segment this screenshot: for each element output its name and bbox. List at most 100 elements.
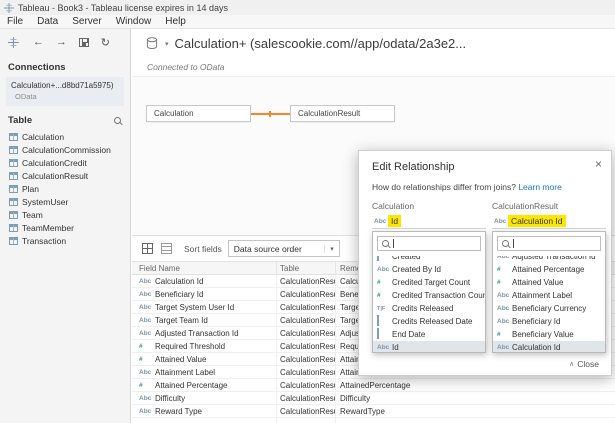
chevron-down-icon[interactable]: ▾	[165, 40, 169, 48]
field-table: CalculationResult	[276, 379, 335, 391]
list-item[interactable]: Credits Released Date	[373, 315, 485, 328]
sidebar-item-calculationcommission[interactable]: CalculationCommission	[0, 143, 130, 156]
sidebar-item-teammember[interactable]: TeamMember	[0, 221, 130, 234]
right-selected-value: Calculation Id	[508, 215, 566, 227]
table-row-partial[interactable]	[132, 418, 615, 423]
refresh-button[interactable]: ↻	[101, 36, 110, 49]
left-selected-field[interactable]: Abc Id	[372, 214, 486, 229]
list-item[interactable]: AbcBeneficiary Currency	[493, 302, 605, 315]
sidebar-item-systemuser[interactable]: SystemUser	[0, 195, 130, 208]
field-name: Attained Value	[155, 355, 206, 364]
list-item[interactable]: #Credited Transaction Count	[373, 289, 485, 302]
chevron-up-icon: ∧	[569, 360, 574, 368]
canvas-node-calculation[interactable]: Calculation	[146, 105, 251, 122]
sort-fields-label: Sort fields	[184, 244, 222, 254]
list-item[interactable]: #Attained Percentage	[493, 263, 605, 276]
connections-header: Connections	[0, 55, 130, 77]
number-icon: #	[377, 292, 392, 299]
number-icon: #	[497, 331, 512, 338]
list-item-selected[interactable]: AbcId	[373, 341, 485, 352]
right-selected-field[interactable]: Abc Calculation Id	[492, 214, 606, 229]
right-search-input[interactable]	[497, 236, 601, 251]
dialog-question: How do relationships differ from joins? …	[372, 182, 562, 192]
list-item[interactable]: #Credited Target Count	[373, 276, 485, 289]
field-name: Calculation Id	[155, 277, 203, 286]
toolbar: ← → ↻	[0, 29, 130, 55]
sidebar-item-plan[interactable]: Plan	[0, 182, 130, 195]
learn-more-link[interactable]: Learn more	[518, 182, 561, 192]
left-search-input[interactable]	[377, 236, 481, 251]
connection-name: Calculation+...d8bd71a5975)	[11, 81, 119, 90]
list-item[interactable]: AbcAttainment Label	[493, 289, 605, 302]
table-icon	[9, 172, 18, 180]
list-item[interactable]: End Date	[373, 328, 485, 341]
field-type-icon: Abc	[139, 291, 155, 298]
right-field-dropdown: AbcAdjusted Transaction Id #Attained Per…	[492, 231, 606, 353]
list-item[interactable]: AbcCreated By Id	[373, 263, 485, 276]
menu-file[interactable]: File	[0, 16, 30, 27]
forward-button[interactable]: →	[56, 36, 67, 48]
menu-data[interactable]: Data	[30, 16, 65, 27]
field-type-icon: #	[139, 382, 155, 389]
close-icon[interactable]: ×	[595, 157, 602, 171]
left-table-label: Calculation	[372, 201, 414, 211]
col-header-field-name[interactable]: Field Name	[132, 264, 276, 273]
field-table: CalculationResult	[276, 275, 335, 287]
grid-view-icon[interactable]	[142, 243, 153, 254]
relationship-noodle[interactable]	[251, 113, 290, 115]
list-item[interactable]: Created	[373, 256, 485, 263]
database-icon	[146, 37, 159, 50]
metadata-view-icon[interactable]	[161, 243, 172, 254]
save-button[interactable]	[79, 38, 89, 47]
list-item[interactable]: T|FCredits Released	[373, 302, 485, 315]
field-type-icon: Abc	[139, 304, 155, 311]
field-table: CalculationResult	[276, 314, 335, 326]
sort-order-dropdown[interactable]: Data source order ▾	[228, 240, 340, 257]
field-table: CalculationResult	[276, 340, 335, 352]
col-header-table[interactable]: Table	[276, 262, 335, 274]
dialog-close-link[interactable]: ∧ Close	[569, 359, 599, 369]
sidebar-item-calculationcredit[interactable]: CalculationCredit	[0, 156, 130, 169]
sidebar-item-calculation[interactable]: Calculation	[0, 130, 130, 143]
chevron-down-icon: ▾	[324, 245, 334, 253]
sidebar-item-calculationresult[interactable]: CalculationResult	[0, 169, 130, 182]
tableau-logo-icon	[4, 3, 14, 13]
table-row[interactable]: AbcDifficulty CalculationResult Difficul…	[132, 392, 615, 405]
list-item[interactable]: #Attained Value	[493, 276, 605, 289]
field-name: Attainment Label	[155, 368, 215, 377]
tableau-logo-icon[interactable]	[8, 37, 19, 48]
menu-server[interactable]: Server	[65, 16, 108, 27]
table-icon	[9, 211, 18, 219]
search-icon[interactable]	[114, 117, 121, 124]
sort-order-value: Data source order	[234, 244, 302, 254]
table-icon	[9, 159, 18, 167]
table-icon	[9, 198, 18, 206]
list-item[interactable]: AbcBeneficiary Id	[493, 315, 605, 328]
field-table: CalculationResult	[276, 353, 335, 365]
datasource-name[interactable]: Calculation+ (salescookie.com//app/odata…	[175, 36, 467, 51]
sidebar-item-team[interactable]: Team	[0, 208, 130, 221]
field-name: Attained Percentage	[155, 381, 228, 390]
field-name: Target Team Id	[155, 316, 208, 325]
menu-help[interactable]: Help	[158, 16, 193, 27]
connection-item[interactable]: Calculation+...d8bd71a5975) OData	[6, 77, 124, 106]
left-field-dropdown: Created AbcCreated By Id #Credited Targe…	[372, 231, 486, 353]
boolean-icon: T|F	[377, 306, 392, 312]
left-field-list: Created AbcCreated By Id #Credited Targe…	[373, 256, 485, 352]
back-button[interactable]: ←	[33, 36, 44, 48]
sidebar-item-transaction[interactable]: Transaction	[0, 234, 130, 247]
table-icon	[9, 237, 18, 245]
field-type-icon: Abc	[139, 330, 155, 337]
list-item[interactable]: #Beneficiary Value	[493, 328, 605, 341]
canvas-node-calculationresult[interactable]: CalculationResult	[290, 105, 395, 122]
list-item[interactable]: AbcAdjusted Transaction Id	[493, 256, 605, 263]
connection-type: OData	[11, 92, 119, 101]
field-table: CalculationResult	[276, 288, 335, 300]
table-list: Calculation CalculationCommission Calcul…	[0, 130, 130, 247]
abc-icon: Abc	[497, 344, 512, 351]
table-row[interactable]: #Attained Percentage CalculationResult A…	[132, 379, 615, 392]
menu-window[interactable]: Window	[109, 16, 159, 27]
list-item-selected[interactable]: AbcCalculation Id	[493, 341, 605, 352]
table-row[interactable]: AbcReward Type CalculationResult RewardT…	[132, 405, 615, 418]
search-icon	[502, 240, 509, 247]
